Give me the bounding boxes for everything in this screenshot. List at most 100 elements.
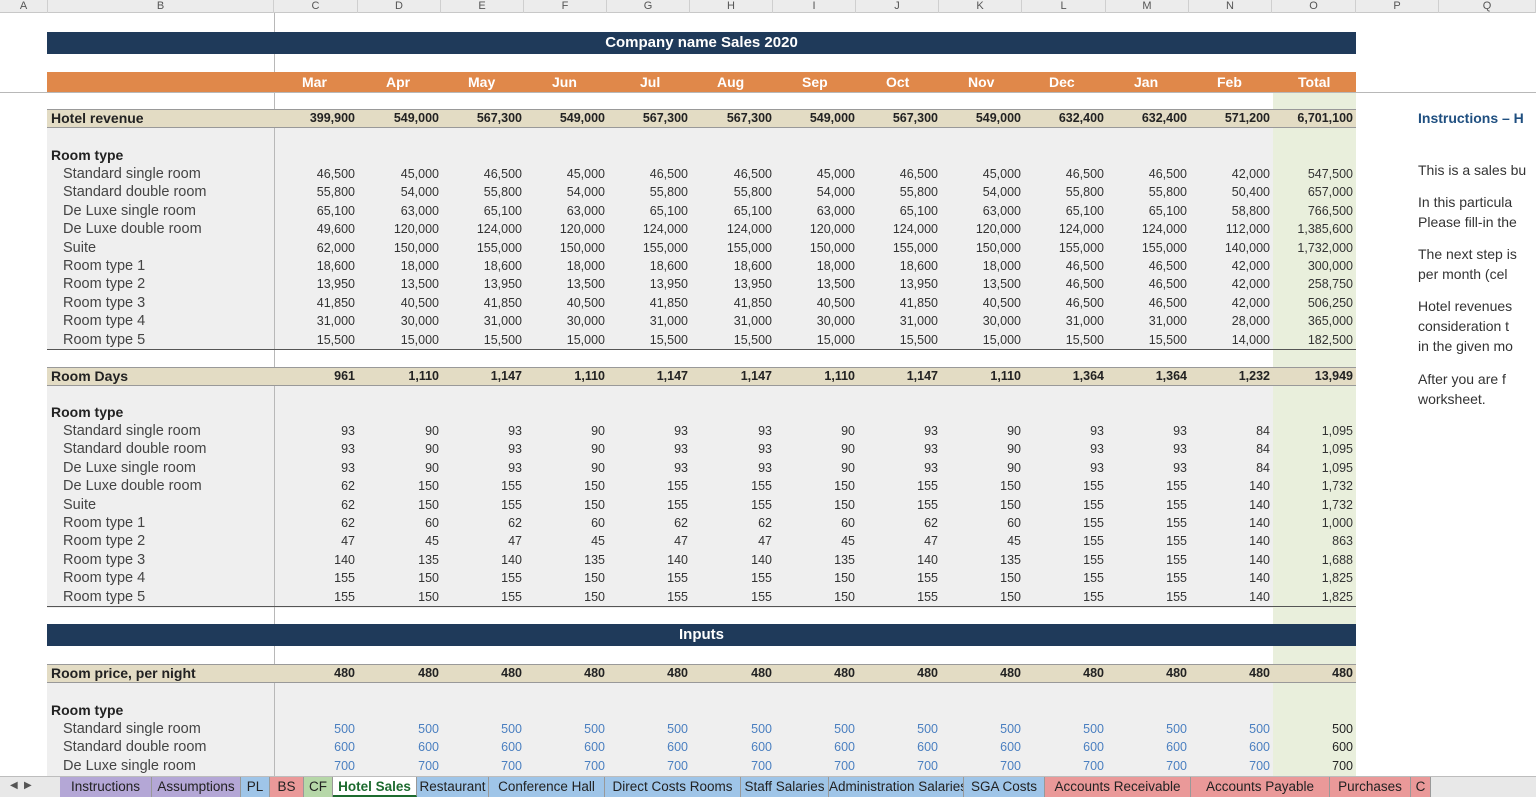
sheet-tab-staff-salaries[interactable]: Staff Salaries (741, 777, 829, 797)
sheet-tab-sga-costs[interactable]: SGA Costs (964, 777, 1045, 797)
value-cell: 155 (1083, 552, 1104, 567)
value-cell[interactable]: 700 (941, 757, 1021, 775)
value-cell[interactable]: 500 (525, 720, 605, 738)
total-cell[interactable]: 600 (1273, 738, 1353, 756)
value-cell: 93 (341, 424, 355, 438)
value-cell[interactable]: 600 (692, 738, 772, 756)
value-cell[interactable]: 700 (608, 757, 688, 775)
column-header-d[interactable]: D (358, 0, 441, 13)
column-header-k[interactable]: K (939, 0, 1022, 13)
value-cell[interactable]: 500 (1107, 720, 1187, 738)
value-cell[interactable]: 500 (608, 720, 688, 738)
value-cell: 18,600 (733, 259, 772, 273)
column-header-n[interactable]: N (1189, 0, 1272, 13)
value-cell: 65,100 (1148, 203, 1187, 218)
value-cell: 31,000 (899, 314, 938, 329)
sheet-tab-conference-hall[interactable]: Conference Hall (489, 777, 605, 797)
sheet-tab-purchases[interactable]: Purchases (1330, 777, 1411, 797)
sheet-tab-administration-salaries[interactable]: Administration Salaries (829, 777, 964, 797)
value-cell: 150 (834, 497, 855, 512)
value-cell[interactable]: 600 (858, 738, 938, 756)
sheet-tab-cf[interactable]: CF (304, 777, 333, 797)
total-cell[interactable]: 500 (1273, 720, 1353, 738)
value-cell[interactable]: 600 (941, 738, 1021, 756)
value-cell: 549,000 (559, 111, 605, 125)
value-cell[interactable]: 700 (692, 757, 772, 775)
value-cell[interactable]: 600 (775, 738, 855, 756)
value-cell: 150,000 (559, 240, 605, 255)
value-cell: 93 (1090, 424, 1104, 438)
value-cell[interactable]: 500 (858, 720, 938, 738)
month-header-band: Mar Apr May Jun Jul Aug Sep Oct Nov Dec Jan Feb Tota… (47, 72, 1356, 92)
value-cell[interactable]: 500 (442, 720, 522, 738)
column-header-h[interactable]: H (690, 0, 773, 13)
value-cell: 480 (584, 666, 605, 680)
value-cell[interactable]: 600 (359, 738, 439, 756)
value-cell[interactable]: 600 (1107, 738, 1187, 756)
column-header-m[interactable]: M (1106, 0, 1189, 13)
column-header-q[interactable]: Q (1439, 0, 1536, 13)
sheet-tab-assumptions[interactable]: Assumptions (152, 777, 241, 797)
value-cell[interactable]: 700 (1107, 757, 1187, 775)
value-cell[interactable]: 500 (775, 720, 855, 738)
value-cell[interactable]: 600 (442, 738, 522, 756)
sheet-tab-accounts-payable[interactable]: Accounts Payable (1191, 777, 1330, 797)
value-cell[interactable]: 700 (775, 757, 855, 775)
column-header-c[interactable]: C (274, 0, 358, 13)
value-cell: 41,850 (483, 295, 522, 310)
column-header-p[interactable]: P (1356, 0, 1439, 13)
sheet-tab-pl[interactable]: PL (241, 777, 270, 797)
value-cell: 1,110 (824, 369, 855, 383)
sheet-tab-c[interactable]: C (1411, 777, 1431, 797)
column-header-o[interactable]: O (1272, 0, 1356, 13)
value-cell[interactable]: 500 (359, 720, 439, 738)
column-header-b[interactable]: B (48, 0, 274, 13)
column-header-f[interactable]: F (524, 0, 607, 13)
scroll-left-icon[interactable]: ◀ (10, 780, 18, 791)
value-cell[interactable]: 500 (1024, 720, 1104, 738)
value-cell[interactable]: 600 (608, 738, 688, 756)
row-label: Room type 4 (63, 313, 146, 330)
value-cell[interactable]: 600 (1190, 738, 1270, 756)
value-cell[interactable]: 700 (442, 757, 522, 775)
sheet-tab-restaurant[interactable]: Restaurant (417, 777, 489, 797)
sheet-tab-hotel-sales[interactable]: Hotel Sales (333, 777, 417, 797)
column-header-e[interactable]: E (441, 0, 524, 13)
value-cell: 480 (1249, 666, 1270, 680)
value-cell[interactable]: 500 (941, 720, 1021, 738)
instructions-line: Please fill-in the (1418, 214, 1517, 230)
scroll-right-icon[interactable]: ▶ (24, 780, 32, 791)
value-cell[interactable]: 700 (275, 757, 355, 775)
value-cell: 480 (1083, 666, 1104, 680)
value-cell[interactable]: 600 (525, 738, 605, 756)
value-cell[interactable]: 700 (1190, 757, 1270, 775)
row-label: De Luxe single room (63, 459, 196, 476)
column-header-i[interactable]: I (773, 0, 856, 13)
table-row: Standard double room 55,800 54,000 55,800 54… (47, 183, 1356, 201)
sheet-tab-bs[interactable]: BS (270, 777, 304, 797)
value-cell[interactable]: 700 (1024, 757, 1104, 775)
value-cell[interactable]: 700 (858, 757, 938, 775)
value-cell[interactable]: 500 (692, 720, 772, 738)
sheet-tab-instructions[interactable]: Instructions (60, 777, 152, 797)
value-cell: 54,000 (982, 185, 1021, 200)
column-header-l[interactable]: L (1022, 0, 1106, 13)
sheet-tab-accounts-receivable[interactable]: Accounts Receivable (1045, 777, 1191, 797)
row-label: Standard single room (63, 423, 201, 439)
value-cell: 45 (1007, 534, 1021, 549)
column-header-j[interactable]: J (856, 0, 939, 13)
total-cell[interactable]: 700 (1273, 757, 1353, 775)
value-cell[interactable]: 600 (275, 738, 355, 756)
sheet-tab-direct-costs-rooms[interactable]: Direct Costs Rooms (605, 777, 741, 797)
value-cell: 93 (341, 460, 355, 475)
value-cell[interactable]: 600 (1024, 738, 1104, 756)
value-cell[interactable]: 700 (525, 757, 605, 775)
value-cell[interactable]: 700 (359, 757, 439, 775)
total-cell: 6,701,100 (1297, 111, 1353, 125)
column-header-g[interactable]: G (607, 0, 690, 13)
value-cell[interactable]: 500 (1190, 720, 1270, 738)
value-cell[interactable]: 500 (275, 720, 355, 738)
column-header-a[interactable]: A (0, 0, 48, 13)
value-cell: 135 (584, 552, 605, 567)
total-cell: 863 (1332, 534, 1353, 549)
